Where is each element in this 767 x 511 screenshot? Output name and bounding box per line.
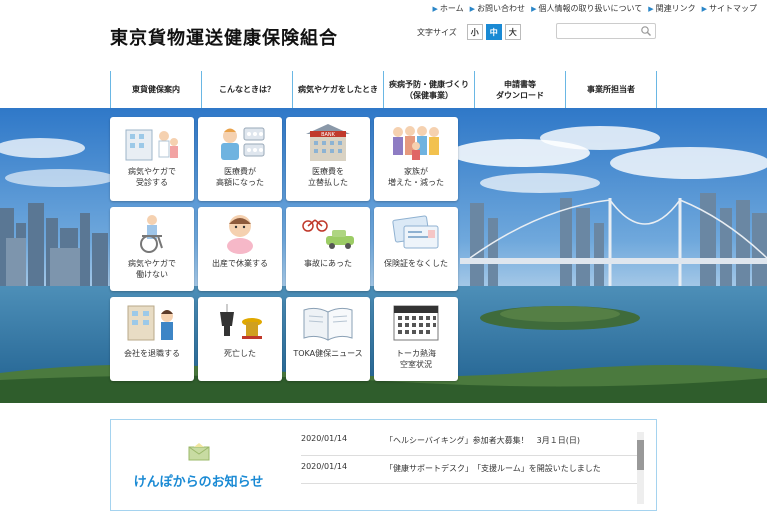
hospital-icon: [125, 129, 178, 161]
tile-reimburse[interactable]: BANK 医療費を 立替払した: [286, 117, 370, 201]
util-link-home[interactable]: ▶ ホーム: [433, 3, 464, 14]
search-icon[interactable]: [640, 25, 652, 37]
font-size-small-button[interactable]: 小: [466, 24, 483, 40]
nav-item-office-staff[interactable]: 事業所担当者: [565, 71, 657, 108]
nav-item-prevention[interactable]: 疾病予防・健康づくり （保健事業）: [383, 71, 474, 108]
nav-item-situations[interactable]: こんなときは？: [201, 71, 292, 108]
news-text[interactable]: 「健康サポートデスク」 「支援ルーム」を開設いたしました: [385, 462, 638, 475]
util-link-contact[interactable]: ▶ お問い合わせ: [470, 3, 525, 14]
search-input[interactable]: [557, 29, 637, 44]
tile-label: 家族が 増えた・減った: [388, 167, 444, 187]
tile-high-cost[interactable]: 医療費が 高額になった: [198, 117, 282, 201]
retire-icon: [127, 305, 173, 341]
tile-label: 病気やケガで 受診する: [128, 167, 176, 187]
tile-label: 医療費を 立替払した: [308, 167, 348, 187]
incense-icon: [220, 304, 262, 339]
book-icon: [303, 307, 353, 341]
wheelchair-icon: [140, 215, 163, 253]
news-date: 2020/01/14: [301, 434, 348, 443]
accident-icon: [302, 219, 354, 249]
news-list: 2020/01/14 「ヘルシーバイキング」参加者大募集！ 3月１日(日) 20…: [301, 428, 638, 484]
util-link-related[interactable]: ▶ 関連リンク: [648, 3, 695, 14]
font-size-large-button[interactable]: 大: [504, 24, 521, 40]
tile-family-change[interactable]: 家族が 増えた・減った: [374, 117, 458, 201]
tile-death[interactable]: 死亡した: [198, 297, 282, 381]
arrow-icon: ▶: [701, 4, 707, 13]
tile-label: 事故にあった: [304, 259, 352, 268]
tile-label: 病気やケガで 働けない: [128, 259, 176, 279]
arrow-icon: ▶: [531, 4, 537, 13]
arrow-icon: ▶: [648, 4, 654, 13]
tile-maternity[interactable]: 出産で休業する: [198, 207, 282, 291]
news-title: けんぽからのお知らせ: [133, 474, 264, 490]
medicine-icon: [221, 127, 265, 160]
news-item[interactable]: 2020/01/14 「健康サポートデスク」 「支援ルーム」を開設いたしました: [301, 456, 638, 484]
global-nav: 東貨健保案内 こんなときは？ 病気やケガをしたとき 疾病予防・健康づくり （保健…: [110, 71, 657, 108]
tile-cannot-work[interactable]: 病気やケガで 働けない: [110, 207, 194, 291]
tile-label: 保険証をなくした: [384, 259, 448, 268]
util-link-sitemap[interactable]: ▶ サイトマップ: [702, 3, 757, 14]
font-size-switcher: 文字サイズ 小 中 大: [417, 24, 521, 40]
news-header: けんぽからのお知らせ: [111, 420, 286, 511]
font-size-label: 文字サイズ: [417, 27, 457, 37]
tile-label: TOKA健保ニュース: [293, 349, 363, 358]
scrollbar-thumb[interactable]: [637, 440, 644, 470]
arrow-icon: ▶: [469, 4, 476, 13]
tile-toka-news[interactable]: TOKA健保ニュース: [286, 297, 370, 381]
news-text[interactable]: 「ヘルシーバイキング」参加者大募集！ 3月１日(日): [385, 434, 638, 447]
envelope-icon: [188, 442, 209, 460]
tile-accident[interactable]: 事故にあった: [286, 207, 370, 291]
tile-label: 死亡した: [224, 349, 256, 358]
tile-atami-vacancy[interactable]: トーカ熱海 空室状況: [374, 297, 458, 381]
insurance-card-icon: [392, 215, 439, 249]
news-section: けんぽからのお知らせ 2020/01/14 「ヘルシーバイキング」参加者大募集！…: [110, 419, 657, 511]
nav-item-illness[interactable]: 病気やケガをしたとき: [292, 71, 383, 108]
nav-item-downloads[interactable]: 申請書等 ダウンロード: [474, 71, 565, 108]
situation-tiles: 病気やケガで 受診する 医療費が 高額になった BANK 医療費を 立替払した: [110, 117, 460, 381]
site-title[interactable]: 東京貨物運送健康保険組合: [110, 24, 338, 50]
tile-label: 会社を退職する: [124, 349, 180, 358]
utility-links: ▶ ホーム ▶ お問い合わせ ▶ 個人情報の取り扱いについて ▶ 関連リンク ▶ サイトマ…: [433, 3, 757, 14]
tile-label: 医療費が 高額になった: [216, 167, 264, 187]
arrow-icon: ▶: [432, 4, 438, 13]
baby-icon: [227, 215, 253, 254]
news-scrollbar[interactable]: [637, 432, 644, 504]
font-size-medium-button[interactable]: 中: [485, 24, 502, 40]
util-link-privacy[interactable]: ▶ 個人情報の取り扱いについて: [531, 3, 642, 14]
tile-label: トーカ熱海 空室状況: [396, 349, 436, 369]
family-icon: [393, 126, 439, 160]
nav-item-about[interactable]: 東貨健保案内: [110, 71, 201, 108]
calendar-icon: [393, 305, 439, 341]
news-item[interactable]: 2020/01/14 「ヘルシーバイキング」参加者大募集！ 3月１日(日): [301, 428, 638, 456]
search-box: [556, 23, 656, 44]
news-date: 2020/01/14: [301, 462, 348, 471]
tile-label: 出産で休業する: [212, 259, 268, 268]
tile-see-doctor[interactable]: 病気やケガで 受診する: [110, 117, 194, 201]
tile-retire[interactable]: 会社を退職する: [110, 297, 194, 381]
tile-lost-card[interactable]: 保険証をなくした: [374, 207, 458, 291]
bank-icon: BANK: [306, 124, 350, 161]
